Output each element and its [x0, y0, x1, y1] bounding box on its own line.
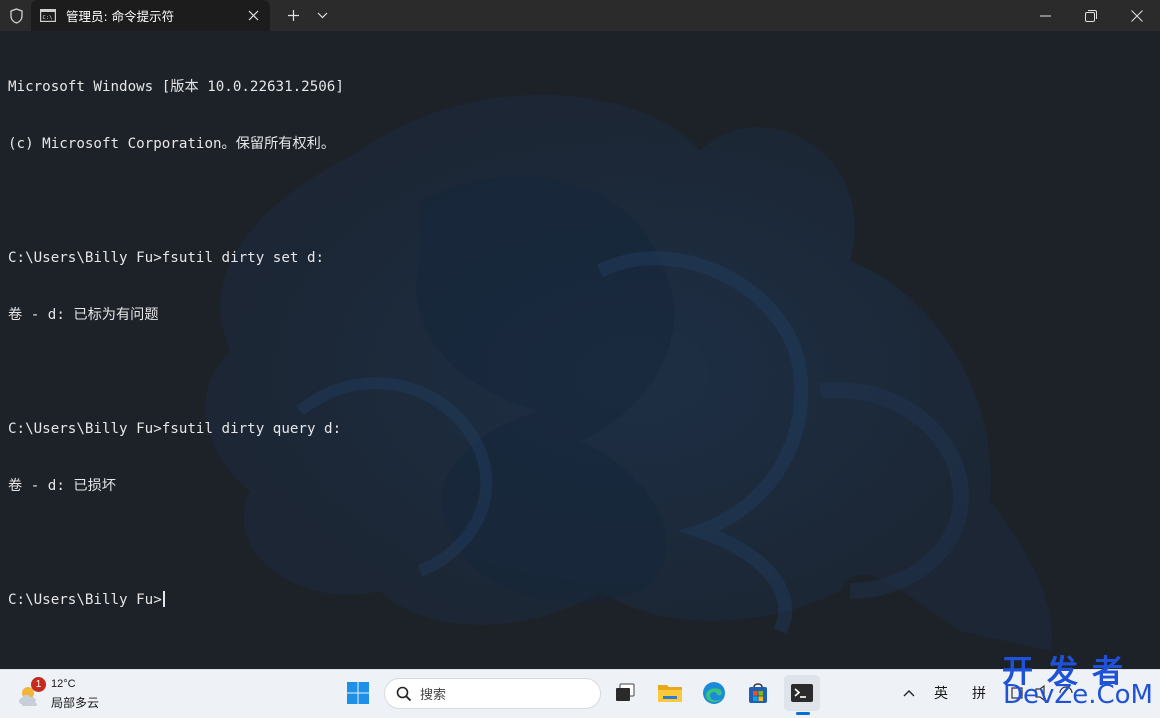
terminal-button[interactable]: [784, 675, 820, 711]
console-line: (c) Microsoft Corporation。保留所有权利。: [8, 136, 336, 152]
weather-description: 局部多云: [51, 696, 100, 710]
console-line: C:\Users\Billy Fu>fsutil dirty query d:: [8, 421, 342, 437]
close-window-button[interactable]: [1114, 0, 1160, 31]
minimize-button[interactable]: [1022, 0, 1068, 31]
shield-icon[interactable]: [0, 0, 32, 31]
search-placeholder: 搜索: [420, 688, 447, 703]
store-button[interactable]: [740, 675, 776, 711]
store-icon: [749, 683, 767, 703]
restore-button[interactable]: [1068, 0, 1114, 31]
taskbar: 1 12°C 局部多云 搜索 英 拼: [0, 669, 1160, 718]
file-explorer-icon: [658, 685, 682, 702]
task-view-icon: [616, 683, 635, 701]
active-app-indicator: [796, 712, 810, 715]
tab-title: 管理员: 命令提示符: [66, 9, 175, 24]
cmd-icon: C:\: [40, 9, 57, 23]
close-icon: [1131, 9, 1143, 22]
show-hidden-icons-button[interactable]: [900, 684, 918, 702]
tab-command-prompt[interactable]: C:\ 管理员: 命令提示符: [31, 0, 270, 31]
console-line: Microsoft Windows [版本 10.0.22631.2506]: [8, 79, 344, 95]
file-explorer-button[interactable]: [652, 675, 688, 711]
console-output: Microsoft Windows [版本 10.0.22631.2506] (…: [8, 40, 344, 648]
plus-icon: [287, 9, 299, 21]
new-tab-button[interactable]: [284, 7, 302, 23]
weather-widget[interactable]: 1 12°C 局部多云: [14, 675, 114, 713]
text-cursor: [162, 591, 165, 607]
prompt-text: C:\Users\Billy Fu>: [8, 592, 162, 608]
weather-temperature: 12°C: [51, 678, 76, 690]
start-button[interactable]: [340, 675, 376, 711]
ime-language-indicator[interactable]: 英: [934, 683, 948, 703]
watermark-text-bottom: DevZe.CoM: [1003, 680, 1153, 710]
notification-badge: 1: [31, 677, 46, 692]
watermark-logo: 开发者 DevZe.CoM: [1000, 646, 1160, 712]
search-input[interactable]: 搜索: [384, 678, 601, 709]
close-icon[interactable]: [246, 8, 260, 22]
console-line: 卷 - d: 已标为有问题: [8, 307, 159, 323]
restore-icon: [1085, 9, 1097, 22]
chevron-up-icon: [903, 690, 915, 697]
edge-icon: [703, 682, 725, 704]
ime-mode-indicator[interactable]: 拼: [972, 683, 986, 703]
edge-button[interactable]: [696, 675, 732, 711]
prompt-line[interactable]: C:\Users\Billy Fu>: [8, 591, 344, 610]
tab-dropdown-button[interactable]: [313, 8, 331, 22]
search-icon: [396, 686, 412, 701]
task-view-button[interactable]: [607, 675, 643, 711]
console-line: C:\Users\Billy Fu>fsutil dirty set d:: [8, 250, 325, 266]
minimize-icon: [1039, 15, 1051, 16]
terminal-icon: [791, 684, 813, 702]
console-line: 卷 - d: 已损坏: [8, 478, 116, 494]
windows-start-icon: [347, 682, 369, 704]
terminal-area[interactable]: Microsoft Windows [版本 10.0.22631.2506] (…: [0, 31, 1160, 669]
chevron-down-icon: [317, 12, 327, 18]
svg-text:C:\: C:\: [43, 15, 53, 21]
